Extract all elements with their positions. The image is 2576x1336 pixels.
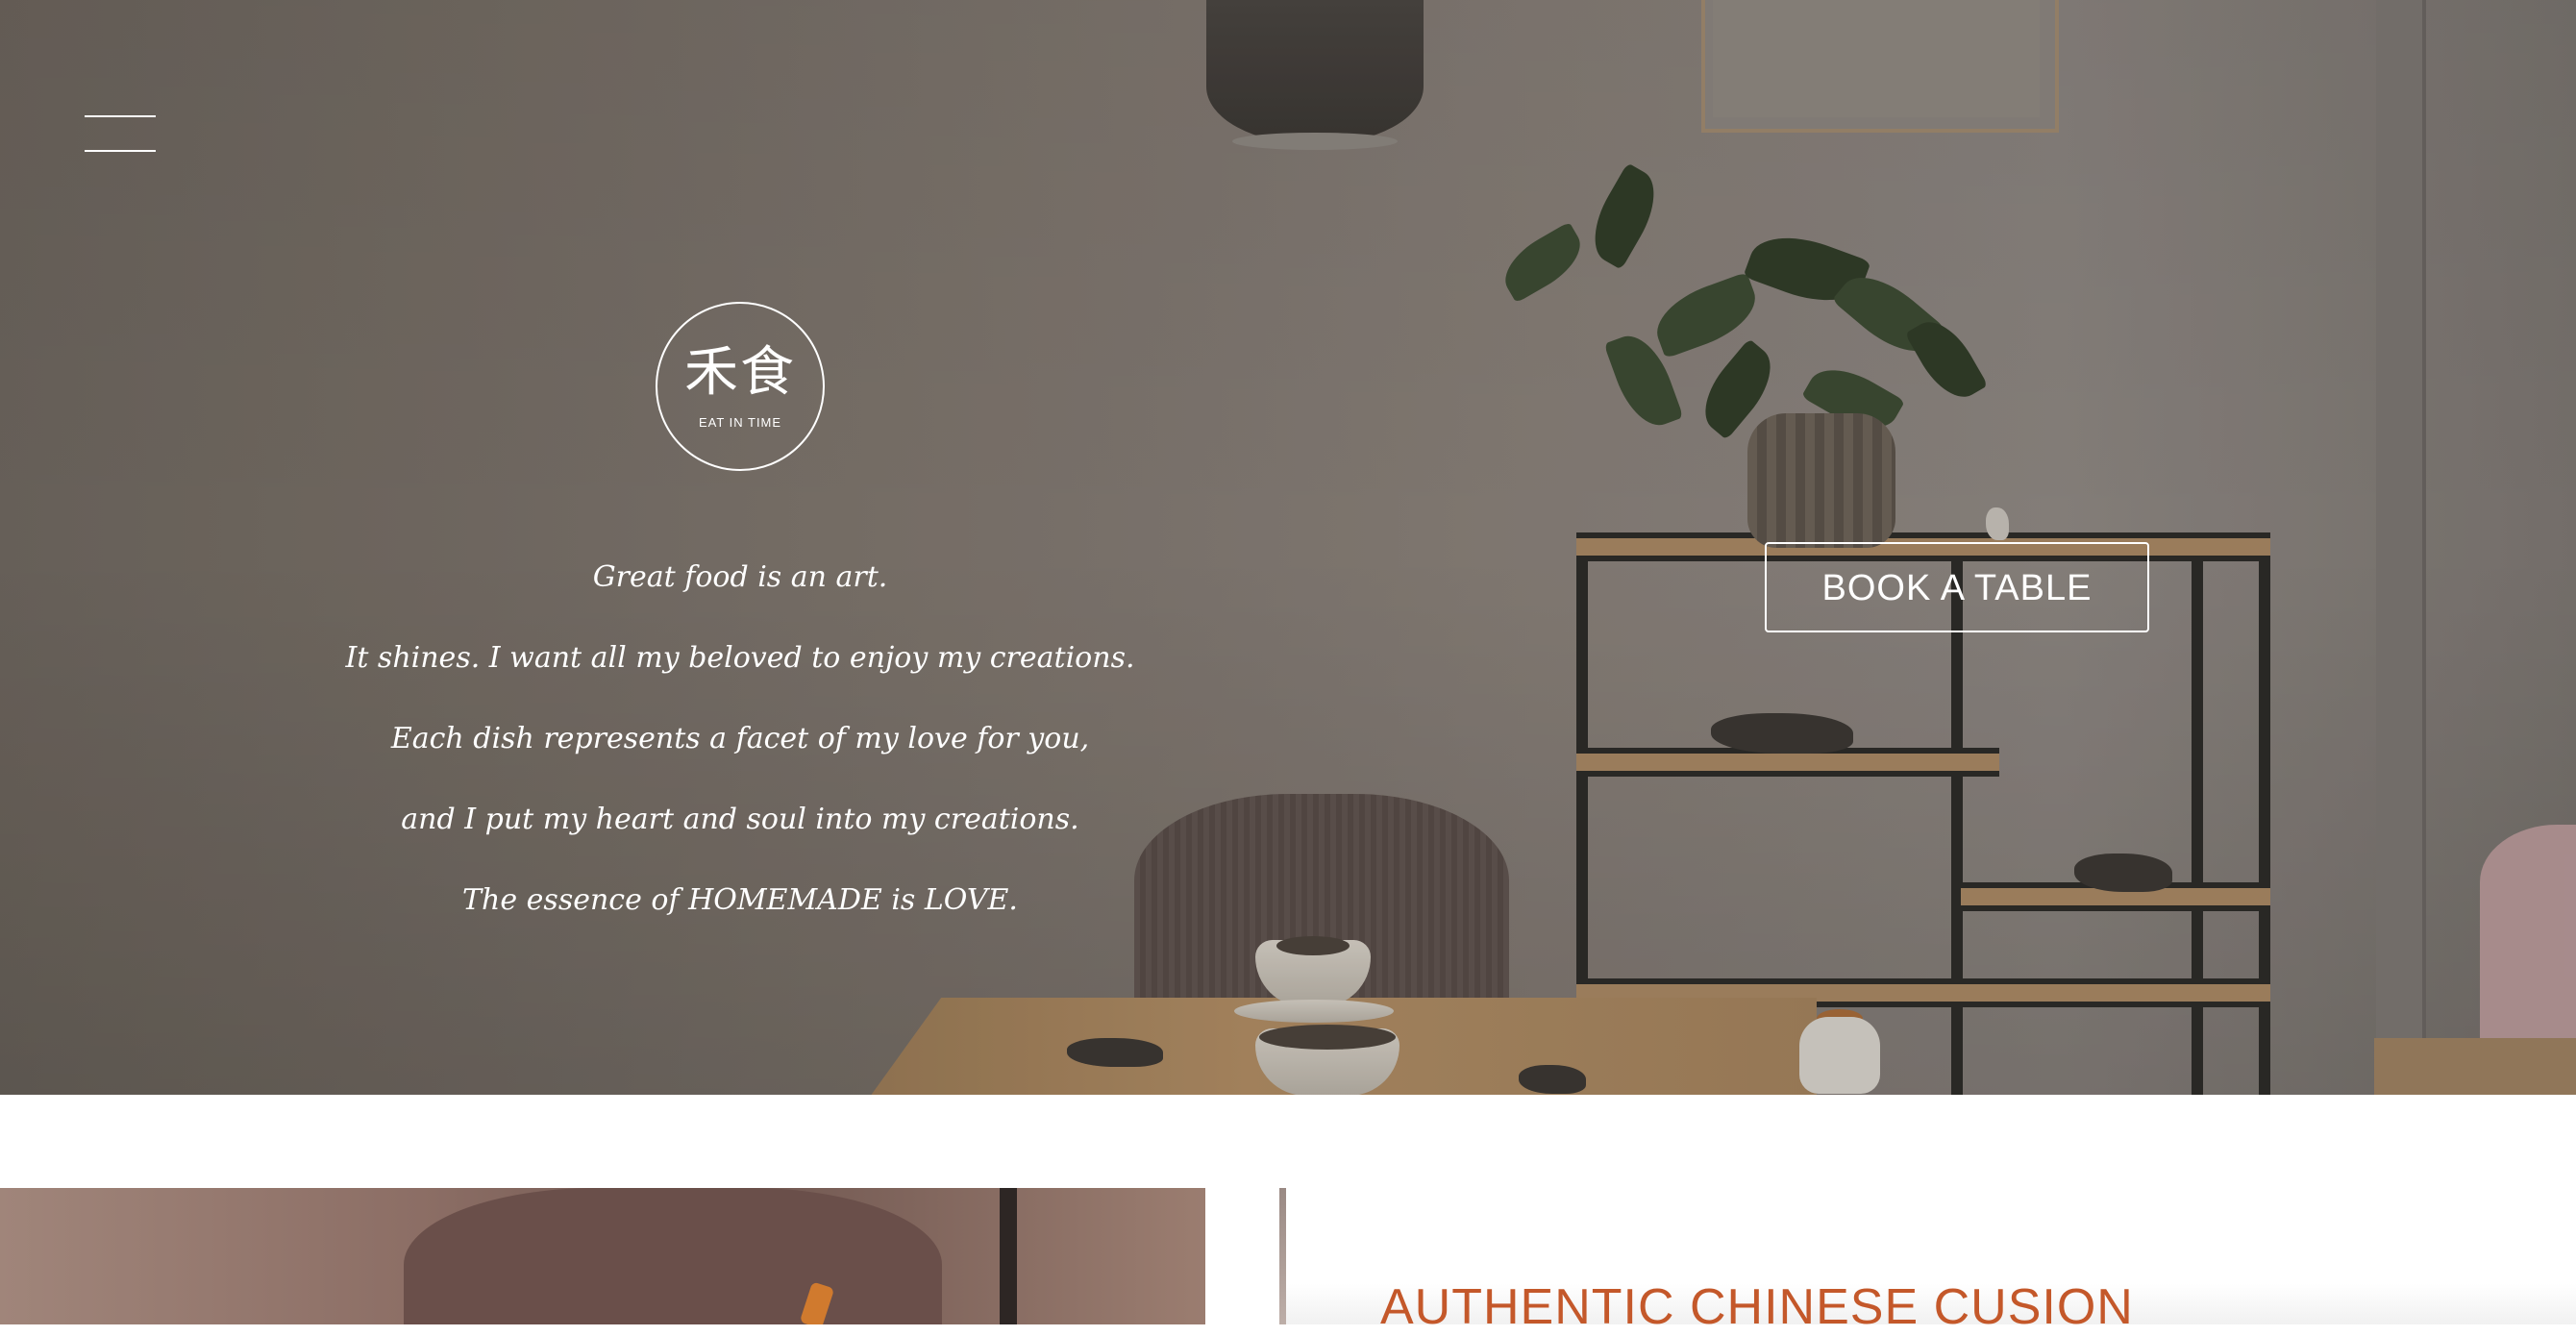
tagline-line: The essence of HOMEMADE is LOVE. — [462, 883, 1018, 917]
about-photo-chair — [404, 1188, 942, 1324]
about-title: AUTHENTIC CHINESE CUSION — [1380, 1279, 2134, 1335]
tagline-line: Great food is an art. — [592, 560, 888, 594]
menu-line — [85, 115, 156, 117]
tagline-line: and I put my heart and soul into my crea… — [401, 803, 1079, 836]
hamburger-menu-icon[interactable] — [85, 113, 158, 154]
logo-chinese-text: 禾食 — [684, 341, 796, 404]
logo-english-text: EAT IN TIME — [698, 415, 782, 430]
tagline-line: It shines. I want all my beloved to enjo… — [345, 641, 1135, 675]
about-photo — [0, 1188, 1205, 1324]
tagline-line: Each dish represents a facet of my love … — [390, 722, 1090, 755]
section-divider — [1279, 1188, 1286, 1324]
book-a-table-button[interactable]: BOOK A TABLE — [1765, 542, 2149, 632]
about-photo-post — [1000, 1188, 1017, 1324]
hero-section: 禾食 EAT IN TIME Great food is an art. It … — [0, 0, 2576, 1095]
hero-tagline: Great food is an art. It shines. I want … — [288, 557, 1192, 961]
brand-logo[interactable]: 禾食 EAT IN TIME — [656, 302, 825, 471]
menu-line — [85, 150, 156, 152]
